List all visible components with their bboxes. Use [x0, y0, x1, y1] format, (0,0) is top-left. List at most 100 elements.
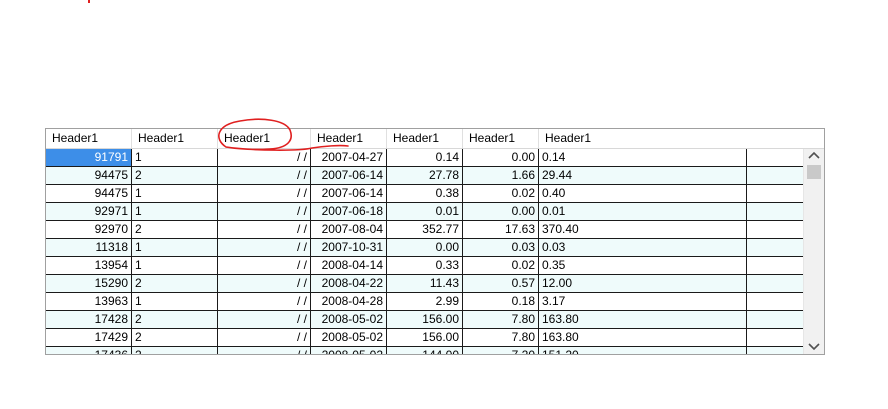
- table-row[interactable]: 92970 2/ /2007-08-04 352.77 17.63 370.40: [46, 221, 803, 239]
- cell-id[interactable]: 92970: [46, 221, 132, 238]
- cell-amount[interactable]: 0.33: [387, 257, 463, 274]
- cell-type[interactable]: 2: [132, 329, 218, 346]
- cell-id[interactable]: 17429: [46, 329, 132, 346]
- cell-type[interactable]: 1: [132, 293, 218, 310]
- cell-tax[interactable]: 0.02: [463, 257, 539, 274]
- cell-id[interactable]: 92971: [46, 203, 132, 220]
- cell-tax[interactable]: 0.03: [463, 239, 539, 256]
- cell-tax[interactable]: 0.00: [463, 149, 539, 166]
- vertical-scrollbar[interactable]: [803, 149, 824, 354]
- cell-blank-date[interactable]: / /: [218, 203, 311, 220]
- cell-amount[interactable]: 0.14: [387, 149, 463, 166]
- cell-type[interactable]: 2: [132, 311, 218, 328]
- column-header[interactable]: Header1: [46, 129, 132, 148]
- cell-id[interactable]: 15290: [46, 275, 132, 292]
- cell-tax[interactable]: 0.00: [463, 203, 539, 220]
- cell-date[interactable]: 2007-10-31: [311, 239, 387, 256]
- column-header[interactable]: Header1: [387, 129, 463, 148]
- table-row[interactable]: 13963 1/ /2008-04-28 2.99 0.18 3.17: [46, 293, 803, 311]
- table-row[interactable]: 94475 1/ /2007-06-14 0.38 0.02 0.40: [46, 185, 803, 203]
- cell-amount[interactable]: 2.99: [387, 293, 463, 310]
- column-header[interactable]: Header1: [539, 129, 747, 148]
- cell-total[interactable]: 163.80: [539, 311, 747, 328]
- cell-type[interactable]: 1: [132, 185, 218, 202]
- chevron-up-icon[interactable]: [806, 149, 822, 163]
- cell-id[interactable]: 17436: [46, 347, 132, 354]
- cell-amount[interactable]: 0.38: [387, 185, 463, 202]
- table-row[interactable]: 17428 2/ /2008-05-02 156.00 7.80 163.80: [46, 311, 803, 329]
- cell-date[interactable]: 2008-04-14: [311, 257, 387, 274]
- column-header[interactable]: Header1: [218, 129, 311, 148]
- cell-amount[interactable]: 156.00: [387, 311, 463, 328]
- cell-tax[interactable]: 1.66: [463, 167, 539, 184]
- cell-date[interactable]: 2008-04-22: [311, 275, 387, 292]
- cell-total[interactable]: 0.14: [539, 149, 747, 166]
- cell-id[interactable]: 94475: [46, 167, 132, 184]
- cell-blank-date[interactable]: / /: [218, 257, 311, 274]
- cell-tax[interactable]: 7.80: [463, 329, 539, 346]
- cell-date[interactable]: 2008-05-02: [311, 329, 387, 346]
- cell-id[interactable]: 94475: [46, 185, 132, 202]
- cell-total[interactable]: 12.00: [539, 275, 747, 292]
- cell-date[interactable]: 2007-08-04: [311, 221, 387, 238]
- table-row[interactable]: 174362/ /2008-05-02144.007.20151.20: [46, 347, 803, 354]
- cell-type[interactable]: 2: [132, 221, 218, 238]
- table-row[interactable]: 11318 1/ /2007-10-31 0.00 0.03 0.03: [46, 239, 803, 257]
- cell-type[interactable]: 1: [132, 149, 218, 166]
- cell-id[interactable]: 17428: [46, 311, 132, 328]
- cell-amount[interactable]: 27.78: [387, 167, 463, 184]
- cell-tax[interactable]: 0.18: [463, 293, 539, 310]
- cell-blank-date[interactable]: / /: [218, 293, 311, 310]
- cell-type[interactable]: 2: [132, 167, 218, 184]
- cell-date[interactable]: 2008-05-02: [311, 347, 387, 354]
- cell-date[interactable]: 2007-06-14: [311, 167, 387, 184]
- cell-amount[interactable]: 0.00: [387, 239, 463, 256]
- cell-total[interactable]: 0.03: [539, 239, 747, 256]
- cell-blank-date[interactable]: / /: [218, 311, 311, 328]
- cell-date[interactable]: 2007-06-14: [311, 185, 387, 202]
- column-header[interactable]: Header1: [311, 129, 387, 148]
- table-row[interactable]: 91791 1/ /2007-04-27 0.14 0.00 0.14: [46, 149, 803, 167]
- cell-blank-date[interactable]: / /: [218, 329, 311, 346]
- table-row[interactable]: 92971 1/ /2007-06-18 0.01 0.00 0.01: [46, 203, 803, 221]
- cell-amount[interactable]: 352.77: [387, 221, 463, 238]
- column-header[interactable]: Header1: [463, 129, 539, 148]
- cell-blank-date[interactable]: / /: [218, 347, 311, 354]
- cell-date[interactable]: 2007-06-18: [311, 203, 387, 220]
- cell-tax[interactable]: 0.57: [463, 275, 539, 292]
- cell-amount[interactable]: 11.43: [387, 275, 463, 292]
- cell-blank-date[interactable]: / /: [218, 185, 311, 202]
- cell-type[interactable]: 2: [132, 275, 218, 292]
- cell-amount[interactable]: 144.00: [387, 347, 463, 354]
- cell-total[interactable]: 0.35: [539, 257, 747, 274]
- cell-id[interactable]: 91791: [46, 149, 132, 166]
- cell-date[interactable]: 2007-04-27: [311, 149, 387, 166]
- cell-id[interactable]: 13954: [46, 257, 132, 274]
- cell-blank-date[interactable]: / /: [218, 221, 311, 238]
- cell-date[interactable]: 2008-05-02: [311, 311, 387, 328]
- cell-type[interactable]: 1: [132, 257, 218, 274]
- cell-total[interactable]: 3.17: [539, 293, 747, 310]
- chevron-down-icon[interactable]: [806, 339, 822, 353]
- cell-amount[interactable]: 0.01: [387, 203, 463, 220]
- cell-type[interactable]: 1: [132, 203, 218, 220]
- cell-blank-date[interactable]: / /: [218, 275, 311, 292]
- data-grid[interactable]: Header1 Header1 Header1 Header1 Header1 …: [45, 128, 825, 355]
- cell-total[interactable]: 0.01: [539, 203, 747, 220]
- cell-type[interactable]: 2: [132, 347, 218, 354]
- cell-tax[interactable]: 7.80: [463, 311, 539, 328]
- cell-blank-date[interactable]: / /: [218, 239, 311, 256]
- cell-total[interactable]: 151.20: [539, 347, 747, 354]
- table-row[interactable]: 13954 1/ /2008-04-14 0.33 0.02 0.35: [46, 257, 803, 275]
- cell-id[interactable]: 13963: [46, 293, 132, 310]
- cell-tax[interactable]: 17.63: [463, 221, 539, 238]
- scrollbar-thumb[interactable]: [807, 165, 821, 179]
- cell-tax[interactable]: 7.20: [463, 347, 539, 354]
- cell-amount[interactable]: 156.00: [387, 329, 463, 346]
- table-row[interactable]: 17429 2/ /2008-05-02 156.00 7.80 163.80: [46, 329, 803, 347]
- cell-type[interactable]: 1: [132, 239, 218, 256]
- cell-total[interactable]: 370.40: [539, 221, 747, 238]
- cell-tax[interactable]: 0.02: [463, 185, 539, 202]
- table-row[interactable]: 15290 2/ /2008-04-22 11.43 0.57 12.00: [46, 275, 803, 293]
- cell-total[interactable]: 0.40: [539, 185, 747, 202]
